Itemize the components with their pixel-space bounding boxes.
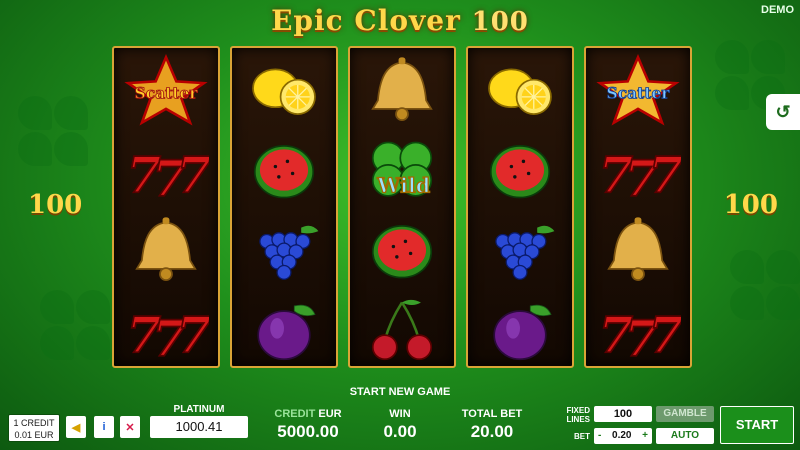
reel-2 <box>230 46 338 368</box>
demo-label: DEMO <box>761 4 794 16</box>
svg-text:7: 7 <box>648 145 681 204</box>
reel-1: Scatter 777 777 <box>112 46 220 368</box>
win-value: 0.00 <box>383 422 417 441</box>
fixed-lines-label-line1: FIXED <box>566 406 590 415</box>
credit-denomination-button[interactable]: 1 CREDIT 0.01 EUR <box>8 414 60 442</box>
cherries-icon <box>350 292 454 368</box>
fullscreen-button[interactable]: ✕ <box>120 416 140 438</box>
reels-area: Scatter 777 777 Wild Scatter 7 7 7 7 7 7 <box>112 46 692 368</box>
start-button[interactable]: START <box>720 406 794 444</box>
bet-stepper[interactable]: - 0.20 + <box>594 428 652 444</box>
fullscreen-icon: ✕ <box>125 421 135 434</box>
game-title-text: Epic Clover <box>271 4 461 37</box>
auto-button[interactable]: AUTO <box>656 428 714 444</box>
jackpot-value: 1000.41 <box>150 416 248 438</box>
seven-icon: 777 <box>114 292 218 368</box>
history-button[interactable]: ↺ <box>766 94 800 130</box>
fixed-lines-label-line2: LINES <box>566 415 590 424</box>
background-clover-icon <box>40 290 110 360</box>
svg-text:7: 7 <box>176 145 209 204</box>
info-icon: i <box>102 421 106 433</box>
bet-decrease-button[interactable]: - <box>598 428 601 444</box>
seven-icon: 777 <box>586 132 690 208</box>
fixed-lines-label: FIXED LINES <box>562 406 590 424</box>
credit-denom-line1: 1 CREDIT <box>13 418 55 428</box>
plum-icon <box>468 292 572 368</box>
info-button[interactable]: i <box>94 416 114 438</box>
reel-4 <box>466 46 574 368</box>
start-new-game-message: START NEW GAME <box>349 386 451 398</box>
lemon-icon <box>232 52 336 128</box>
bell-icon <box>114 212 218 288</box>
bell-icon <box>350 52 454 128</box>
credit-label-text: CREDIT <box>274 408 316 420</box>
lemon-icon <box>468 52 572 128</box>
seven-icon: 777 <box>114 132 218 208</box>
clover-wild-icon: Wild <box>350 132 454 208</box>
svg-text:7: 7 <box>648 305 681 364</box>
total-bet-value: 20.00 <box>470 422 514 441</box>
reel-5: Scatter 777 777 <box>584 46 692 368</box>
bell-icon <box>586 212 690 288</box>
watermelon-icon <box>350 212 454 288</box>
bet-increase-button[interactable]: + <box>642 428 648 444</box>
scatter-red-icon: Scatter <box>114 52 218 128</box>
bet-value: 0.20 <box>612 430 632 441</box>
grapes-icon <box>232 212 336 288</box>
grapes-icon <box>468 212 572 288</box>
watermelon-icon <box>232 132 336 208</box>
credit-value: 5000.00 <box>277 422 339 441</box>
seven-icon: 777 <box>586 292 690 368</box>
speaker-icon: ◀ <box>71 421 81 434</box>
total-bet-label: TOTAL BET <box>461 408 523 420</box>
watermelon-icon <box>468 132 572 208</box>
svg-text:Scatter: Scatter <box>135 84 199 103</box>
bet-label: BET <box>574 432 590 441</box>
plum-icon <box>232 292 336 368</box>
game-title-number: 100 <box>471 7 529 37</box>
history-icon: ↺ <box>775 101 791 122</box>
win-label: WIN <box>389 408 411 420</box>
svg-text:7: 7 <box>176 305 209 364</box>
credit-currency: EUR <box>318 408 342 420</box>
reel-3: Wild <box>348 46 456 368</box>
fixed-lines-value: 100 <box>594 406 652 422</box>
svg-text:Wild: Wild <box>376 173 430 197</box>
background-clover-icon <box>18 96 88 166</box>
lines-indicator-right: 100 <box>723 190 778 220</box>
svg-text:Scatter: Scatter <box>607 84 671 103</box>
lines-indicator-left: 100 <box>28 190 83 220</box>
game-title: Epic Clover 100 <box>0 4 800 37</box>
gamble-button[interactable]: GAMBLE <box>656 406 714 422</box>
scatter-blue-icon: Scatter <box>586 52 690 128</box>
credit-label: CREDIT EUR <box>268 408 348 420</box>
sound-button[interactable]: ◀ <box>66 416 86 438</box>
credit-denom-line2: 0.01 EUR <box>14 430 54 440</box>
background-clover-icon <box>730 250 800 320</box>
